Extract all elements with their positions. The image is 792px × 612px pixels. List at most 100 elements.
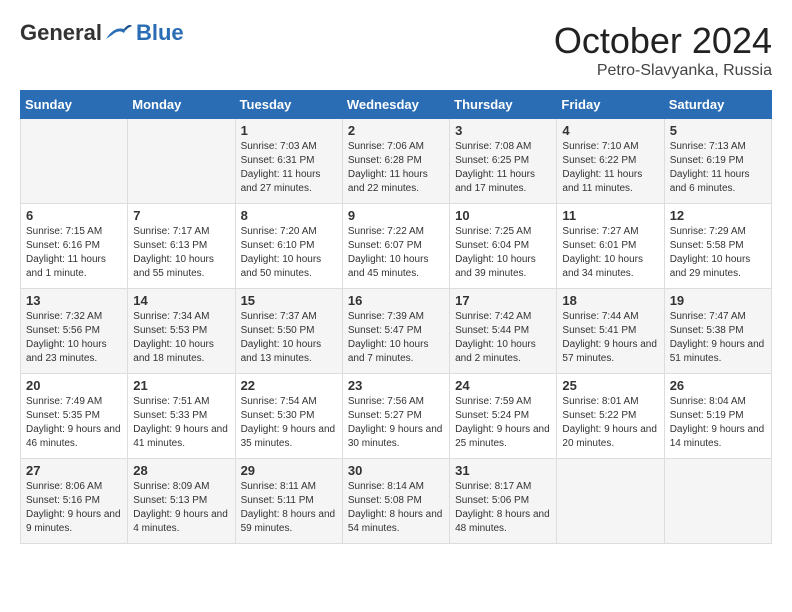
day-number: 6 xyxy=(26,208,122,223)
logo: General Blue xyxy=(20,20,184,46)
logo-icon xyxy=(104,21,134,46)
calendar-cell: 29Sunrise: 8:11 AMSunset: 5:11 PMDayligh… xyxy=(235,459,342,544)
day-number: 2 xyxy=(348,123,444,138)
cell-info: Sunrise: 7:44 AMSunset: 5:41 PMDaylight:… xyxy=(562,311,657,364)
logo-general: General xyxy=(20,20,102,46)
day-number: 8 xyxy=(241,208,337,223)
calendar-table: SundayMondayTuesdayWednesdayThursdayFrid… xyxy=(20,90,772,544)
calendar-cell xyxy=(21,119,128,204)
cell-info: Sunrise: 8:09 AMSunset: 5:13 PMDaylight:… xyxy=(133,481,228,534)
location-title: Petro-Slavyanka, Russia xyxy=(554,62,772,80)
calendar-cell: 28 Sunrise: 8:09 AMSunset: 5:13 PMDayligh… xyxy=(128,459,235,544)
cell-info: Sunrise: 7:08 AMSunset: 6:25 PMDaylight:… xyxy=(455,141,535,194)
cell-info: Sunrise: 8:17 AMSunset: 5:06 PMDaylight:… xyxy=(455,481,550,534)
calendar-cell: 12Sunrise: 7:29 AMSunset: 5:58 PMDayligh… xyxy=(664,204,771,289)
weekday-header-tuesday: Tuesday xyxy=(235,91,342,119)
calendar-cell: 3 Sunrise: 7:08 AMSunset: 6:25 PMDaylight… xyxy=(450,119,557,204)
calendar-cell: 27Sunrise: 8:06 AMSunset: 5:16 PMDayligh… xyxy=(21,459,128,544)
calendar-cell: 14 Sunrise: 7:34 AMSunset: 5:53 PMDayligh… xyxy=(128,289,235,374)
day-number: 9 xyxy=(348,208,444,223)
cell-info: Sunrise: 7:17 AMSunset: 6:13 PMDaylight:… xyxy=(133,226,214,279)
logo-blue: Blue xyxy=(136,20,184,46)
day-number: 28 xyxy=(133,463,229,478)
month-title: October 2024 xyxy=(554,20,772,62)
calendar-cell: 9 Sunrise: 7:22 AMSunset: 6:07 PMDaylight… xyxy=(342,204,449,289)
weekday-header-monday: Monday xyxy=(128,91,235,119)
cell-info: Sunrise: 7:25 AMSunset: 6:04 PMDaylight:… xyxy=(455,226,536,279)
weekday-header-saturday: Saturday xyxy=(664,91,771,119)
cell-info: Sunrise: 8:06 AMSunset: 5:16 PMDaylight:… xyxy=(26,481,121,534)
cell-info: Sunrise: 7:39 AMSunset: 5:47 PMDaylight:… xyxy=(348,311,429,364)
calendar-cell: 2 Sunrise: 7:06 AMSunset: 6:28 PMDaylight… xyxy=(342,119,449,204)
cell-info: Sunrise: 7:56 AMSunset: 5:27 PMDaylight:… xyxy=(348,396,443,449)
calendar-cell: 31 Sunrise: 8:17 AMSunset: 5:06 PMDayligh… xyxy=(450,459,557,544)
cell-info: Sunrise: 8:01 AMSunset: 5:22 PMDaylight:… xyxy=(562,396,657,449)
calendar-cell: 16Sunrise: 7:39 AMSunset: 5:47 PMDayligh… xyxy=(342,289,449,374)
day-number: 17 xyxy=(455,293,551,308)
day-number: 4 xyxy=(562,123,658,138)
weekday-header-sunday: Sunday xyxy=(21,91,128,119)
week-row-1: 1Sunrise: 7:03 AMSunset: 6:31 PMDaylight… xyxy=(21,119,772,204)
calendar-cell: 17 Sunrise: 7:42 AMSunset: 5:44 PMDayligh… xyxy=(450,289,557,374)
day-number: 26 xyxy=(670,378,766,393)
calendar-cell: 13Sunrise: 7:32 AMSunset: 5:56 PMDayligh… xyxy=(21,289,128,374)
calendar-cell: 15Sunrise: 7:37 AMSunset: 5:50 PMDayligh… xyxy=(235,289,342,374)
day-number: 30 xyxy=(348,463,444,478)
weekday-header-wednesday: Wednesday xyxy=(342,91,449,119)
cell-info: Sunrise: 7:22 AMSunset: 6:07 PMDaylight:… xyxy=(348,226,429,279)
week-row-4: 20 Sunrise: 7:49 AMSunset: 5:35 PMDayligh… xyxy=(21,374,772,459)
weekday-header-thursday: Thursday xyxy=(450,91,557,119)
day-number: 22 xyxy=(241,378,337,393)
day-number: 3 xyxy=(455,123,551,138)
day-number: 24 xyxy=(455,378,551,393)
calendar-cell: 18 Sunrise: 7:44 AMSunset: 5:41 PMDayligh… xyxy=(557,289,664,374)
day-number: 11 xyxy=(562,208,658,223)
cell-info: Sunrise: 7:49 AMSunset: 5:35 PMDaylight:… xyxy=(26,396,121,449)
cell-info: Sunrise: 7:20 AMSunset: 6:10 PMDaylight:… xyxy=(241,226,322,279)
cell-info: Sunrise: 7:29 AMSunset: 5:58 PMDaylight:… xyxy=(670,226,751,279)
day-number: 14 xyxy=(133,293,229,308)
cell-info: Sunrise: 7:10 AMSunset: 6:22 PMDaylight:… xyxy=(562,141,642,194)
calendar-cell xyxy=(664,459,771,544)
cell-info: Sunrise: 7:06 AMSunset: 6:28 PMDaylight:… xyxy=(348,141,428,194)
cell-info: Sunrise: 7:42 AMSunset: 5:44 PMDaylight:… xyxy=(455,311,536,364)
calendar-cell: 10Sunrise: 7:25 AMSunset: 6:04 PMDayligh… xyxy=(450,204,557,289)
cell-info: Sunrise: 7:34 AMSunset: 5:53 PMDaylight:… xyxy=(133,311,214,364)
cell-info: Sunrise: 7:37 AMSunset: 5:50 PMDaylight:… xyxy=(241,311,322,364)
cell-info: Sunrise: 7:03 AMSunset: 6:31 PMDaylight:… xyxy=(241,141,321,194)
title-block: October 2024 Petro-Slavyanka, Russia xyxy=(554,20,772,80)
day-number: 31 xyxy=(455,463,551,478)
cell-info: Sunrise: 7:27 AMSunset: 6:01 PMDaylight:… xyxy=(562,226,643,279)
calendar-cell: 8 Sunrise: 7:20 AMSunset: 6:10 PMDaylight… xyxy=(235,204,342,289)
cell-info: Sunrise: 7:51 AMSunset: 5:33 PMDaylight:… xyxy=(133,396,228,449)
calendar-cell: 24Sunrise: 7:59 AMSunset: 5:24 PMDayligh… xyxy=(450,374,557,459)
calendar-cell: 19Sunrise: 7:47 AMSunset: 5:38 PMDayligh… xyxy=(664,289,771,374)
calendar-cell: 1Sunrise: 7:03 AMSunset: 6:31 PMDaylight… xyxy=(235,119,342,204)
calendar-cell: 25Sunrise: 8:01 AMSunset: 5:22 PMDayligh… xyxy=(557,374,664,459)
weekday-header-row: SundayMondayTuesdayWednesdayThursdayFrid… xyxy=(21,91,772,119)
calendar-cell: 11 Sunrise: 7:27 AMSunset: 6:01 PMDayligh… xyxy=(557,204,664,289)
cell-info: Sunrise: 7:13 AMSunset: 6:19 PMDaylight:… xyxy=(670,141,750,194)
calendar-cell: 23 Sunrise: 7:56 AMSunset: 5:27 PMDayligh… xyxy=(342,374,449,459)
cell-info: Sunrise: 8:04 AMSunset: 5:19 PMDaylight:… xyxy=(670,396,765,449)
page-header: General Blue October 2024 Petro-Slavyank… xyxy=(20,20,772,80)
day-number: 29 xyxy=(241,463,337,478)
day-number: 18 xyxy=(562,293,658,308)
calendar-cell xyxy=(557,459,664,544)
calendar-cell: 7Sunrise: 7:17 AMSunset: 6:13 PMDaylight… xyxy=(128,204,235,289)
calendar-cell: 22 Sunrise: 7:54 AMSunset: 5:30 PMDayligh… xyxy=(235,374,342,459)
calendar-cell: 20 Sunrise: 7:49 AMSunset: 5:35 PMDayligh… xyxy=(21,374,128,459)
day-number: 21 xyxy=(133,378,229,393)
calendar-cell: 26 Sunrise: 8:04 AMSunset: 5:19 PMDayligh… xyxy=(664,374,771,459)
day-number: 23 xyxy=(348,378,444,393)
cell-info: Sunrise: 7:47 AMSunset: 5:38 PMDaylight:… xyxy=(670,311,765,364)
cell-info: Sunrise: 8:14 AMSunset: 5:08 PMDaylight:… xyxy=(348,481,443,534)
week-row-3: 13Sunrise: 7:32 AMSunset: 5:56 PMDayligh… xyxy=(21,289,772,374)
day-number: 20 xyxy=(26,378,122,393)
calendar-cell: 30 Sunrise: 8:14 AMSunset: 5:08 PMDayligh… xyxy=(342,459,449,544)
week-row-2: 6Sunrise: 7:15 AMSunset: 6:16 PMDaylight… xyxy=(21,204,772,289)
calendar-cell: 4 Sunrise: 7:10 AMSunset: 6:22 PMDaylight… xyxy=(557,119,664,204)
cell-info: Sunrise: 7:32 AMSunset: 5:56 PMDaylight:… xyxy=(26,311,107,364)
cell-info: Sunrise: 7:54 AMSunset: 5:30 PMDaylight:… xyxy=(241,396,336,449)
week-row-5: 27Sunrise: 8:06 AMSunset: 5:16 PMDayligh… xyxy=(21,459,772,544)
